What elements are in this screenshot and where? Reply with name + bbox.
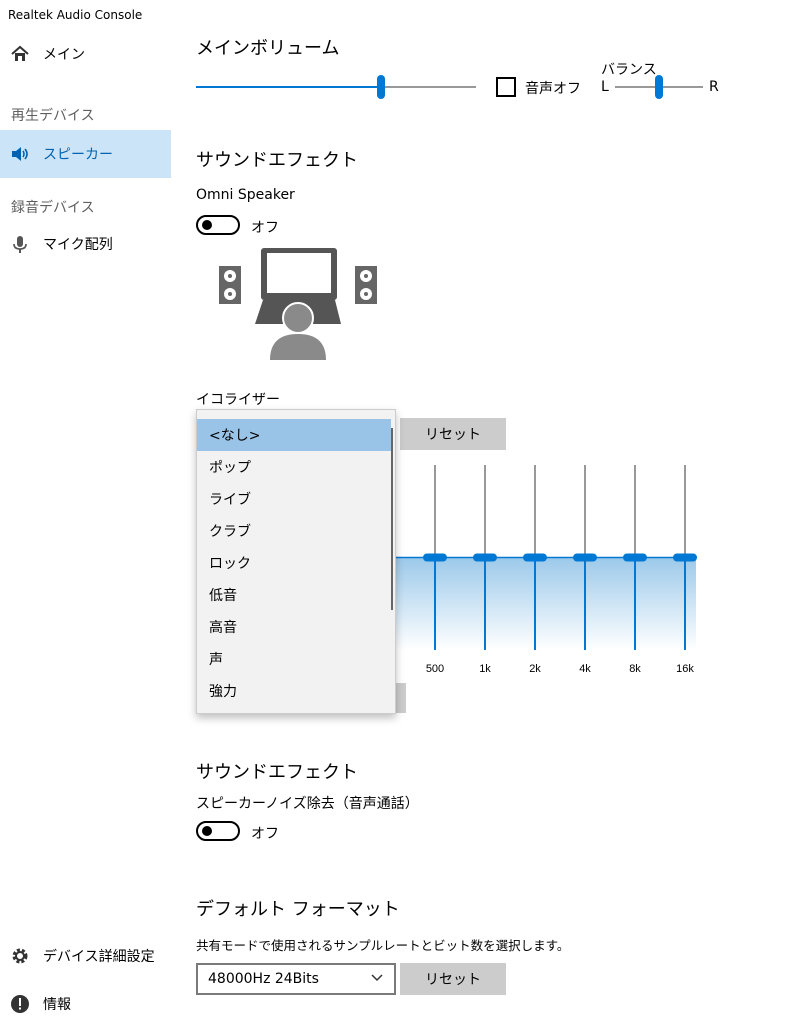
equalizer-fill <box>396 557 696 650</box>
sound-effect-title: サウンドエフェクト <box>196 150 358 171</box>
equalizer-graph[interactable]: 500 1k 2k 4k 8k 16k <box>396 440 706 680</box>
sidebar-item-label: スピーカー <box>43 147 113 163</box>
eq-band-thumb-2k[interactable] <box>523 553 547 562</box>
eq-band-thumb-4k[interactable] <box>573 553 597 562</box>
default-format-reset-button[interactable]: リセット <box>400 963 506 995</box>
dropdown-option[interactable]: ロック <box>197 547 391 579</box>
eq-band-thumb-500[interactable] <box>423 553 447 562</box>
gear-icon <box>10 946 30 966</box>
sound-effect-2-title: サウンドエフェクト <box>196 762 358 783</box>
balance-left-label: L <box>601 79 609 95</box>
omni-speaker-toggle[interactable] <box>196 215 240 235</box>
chevron-down-icon <box>370 971 384 989</box>
eq-band-label: 1k <box>479 663 491 675</box>
equalizer-label: イコライザー <box>196 392 280 408</box>
dropdown-option[interactable]: 低音 <box>197 579 391 611</box>
dropdown-option[interactable]: 強力 <box>197 675 391 707</box>
eq-band-label: 2k <box>529 663 541 675</box>
dropdown-option[interactable]: 声 <box>197 643 391 675</box>
sidebar-item-label: デバイス詳細設定 <box>43 949 155 965</box>
omni-speaker-state: オフ <box>251 220 279 236</box>
playback-section-label: 再生デバイス <box>11 108 95 124</box>
sidebar-item-mic-array[interactable]: マイク配列 <box>0 220 171 268</box>
right-speaker-icon <box>355 266 377 304</box>
main-volume-title: メインボリューム <box>196 38 340 59</box>
sidebar-item-label: 情報 <box>43 997 71 1013</box>
eq-band-label: 8k <box>629 663 641 675</box>
main-volume-fill <box>196 86 381 88</box>
omni-speaker-illustration <box>218 246 380 362</box>
default-format-title: デフォルト フォーマット <box>196 899 400 920</box>
sidebar-item-main[interactable]: メイン <box>0 30 171 78</box>
recording-section-label: 録音デバイス <box>11 200 95 216</box>
hidden-button-edge <box>396 683 406 713</box>
sidebar-item-info[interactable]: 情報 <box>0 980 171 1022</box>
dropdown-option[interactable]: ポップ <box>197 451 391 483</box>
equalizer-preset-dropdown[interactable]: <なし> ポップ ライブ クラブ ロック 低音 高音声強力 <box>196 409 396 714</box>
toggle-knob <box>202 220 212 230</box>
balance-right-label: R <box>709 79 719 95</box>
toggle-knob <box>202 826 212 836</box>
default-format-select[interactable]: 48000Hz 24Bits <box>196 963 396 995</box>
mute-label: 音声オフ <box>525 81 581 97</box>
sidebar-item-advanced[interactable]: デバイス詳細設定 <box>0 932 171 980</box>
app-title: Realtek Audio Console <box>8 8 143 22</box>
balance-label: バランス <box>601 62 657 78</box>
omni-speaker-label: Omni Speaker <box>196 187 295 203</box>
eq-band-label: 4k <box>579 663 591 675</box>
microphone-icon <box>10 234 30 254</box>
eq-band-thumb-8k[interactable] <box>623 553 647 562</box>
noise-suppression-toggle[interactable] <box>196 821 240 841</box>
home-icon <box>10 44 30 64</box>
left-speaker-icon <box>219 266 241 304</box>
default-format-value: 48000Hz 24Bits <box>208 971 319 987</box>
sidebar-item-label: メイン <box>43 47 85 63</box>
main-volume-thumb[interactable] <box>376 75 385 99</box>
noise-suppression-label: スピーカーノイズ除去（音声通話） <box>196 796 419 812</box>
dropdown-option[interactable]: 高音 <box>197 611 391 643</box>
noise-suppression-state: オフ <box>251 826 279 842</box>
eq-band-label: 500 <box>426 663 444 675</box>
info-icon <box>10 994 30 1014</box>
sidebar-item-label: マイク配列 <box>43 237 113 253</box>
mute-checkbox[interactable] <box>496 77 516 97</box>
eq-band-thumb-16k[interactable] <box>673 553 697 562</box>
speaker-icon <box>10 144 30 164</box>
eq-band-label: 16k <box>676 663 694 675</box>
dropdown-scrollbar[interactable] <box>391 428 393 610</box>
dropdown-option[interactable]: <なし> <box>197 419 391 451</box>
default-format-description: 共有モードで使用されるサンプルレートとビット数を選択します。 <box>196 938 570 953</box>
sidebar-item-speaker[interactable]: スピーカー <box>0 130 171 178</box>
dropdown-option[interactable]: クラブ <box>197 515 391 547</box>
eq-band-thumb-1k[interactable] <box>473 553 497 562</box>
dropdown-option[interactable]: ライブ <box>197 483 391 515</box>
balance-thumb[interactable] <box>655 75 663 99</box>
